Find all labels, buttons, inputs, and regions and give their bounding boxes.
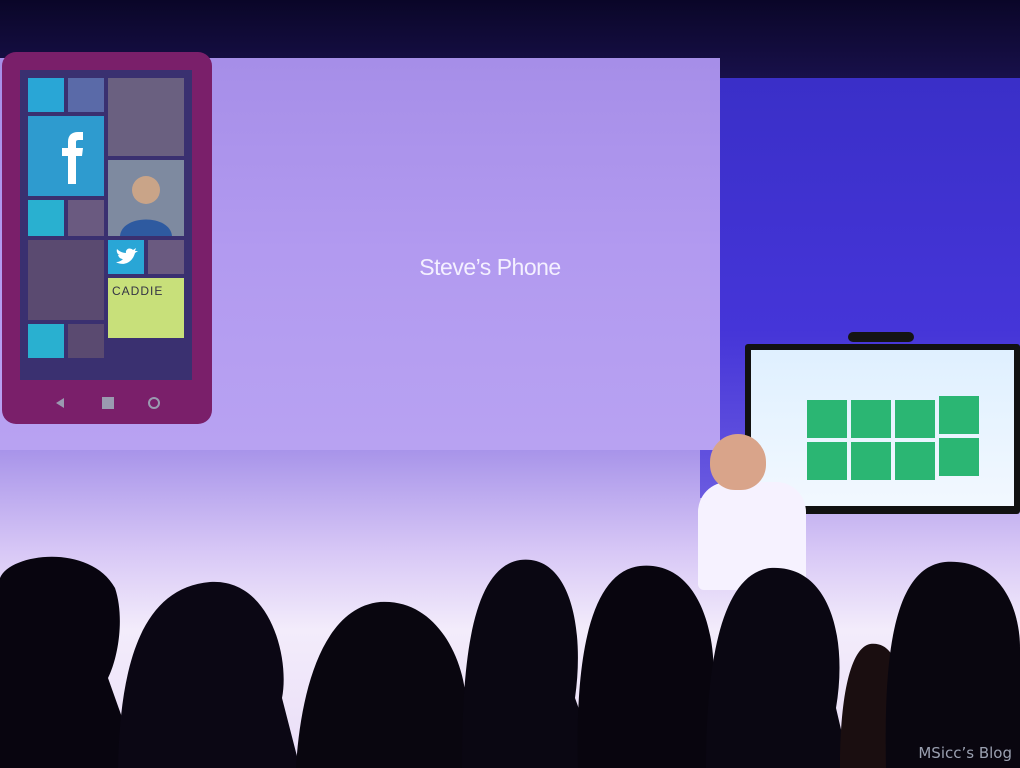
tile-caddie: CADDIE [108,278,184,338]
tv-tile [939,438,979,476]
audience-head [118,581,300,768]
facebook-icon [62,132,83,184]
xbox-dashboard-screen [751,350,1014,506]
tile-photo-person [108,160,184,236]
tile-xbox [28,324,64,358]
audience-head [706,567,850,768]
windows-phone-image: CADDIE [2,52,212,424]
slide-title: Steve’s Phone [419,254,561,280]
tv-tile [851,400,891,438]
back-icon [56,398,64,408]
search-icon [148,397,160,409]
presenter-head [710,434,766,490]
tile-settings [28,78,64,112]
tile-phone [68,78,104,112]
tv-tile [807,400,847,438]
tile-twitter [108,240,144,274]
tv-tile [807,442,847,480]
tile-messaging [68,200,104,236]
tile-photos [28,240,104,320]
tv-tile [851,442,891,480]
tv-tile [895,400,935,438]
tile-people [108,78,184,156]
tile-yammer [28,200,64,236]
phone-nav-buttons [56,397,160,409]
audience-head [296,601,480,768]
person-photo-icon [120,176,172,236]
tile-caddie-label: CADDIE [112,284,164,298]
tv-tile [939,396,979,434]
audience-head [885,561,1020,768]
watermark: MSicc’s Blog [918,744,1012,762]
twitter-icon [116,248,138,264]
phone-start-screen: CADDIE [20,70,192,380]
event-stage-photo: Steve’s Phone CADDIE MSicc’s Blog [0,0,1020,768]
windows-icon [102,397,114,409]
kinect-sensor [848,332,914,342]
tile-mail [148,240,184,274]
tile-facebook [28,116,104,196]
audience-head [0,556,140,768]
tile-tuesday [68,324,104,358]
tv-tile [895,442,935,480]
audience-silhouettes [0,556,1020,768]
